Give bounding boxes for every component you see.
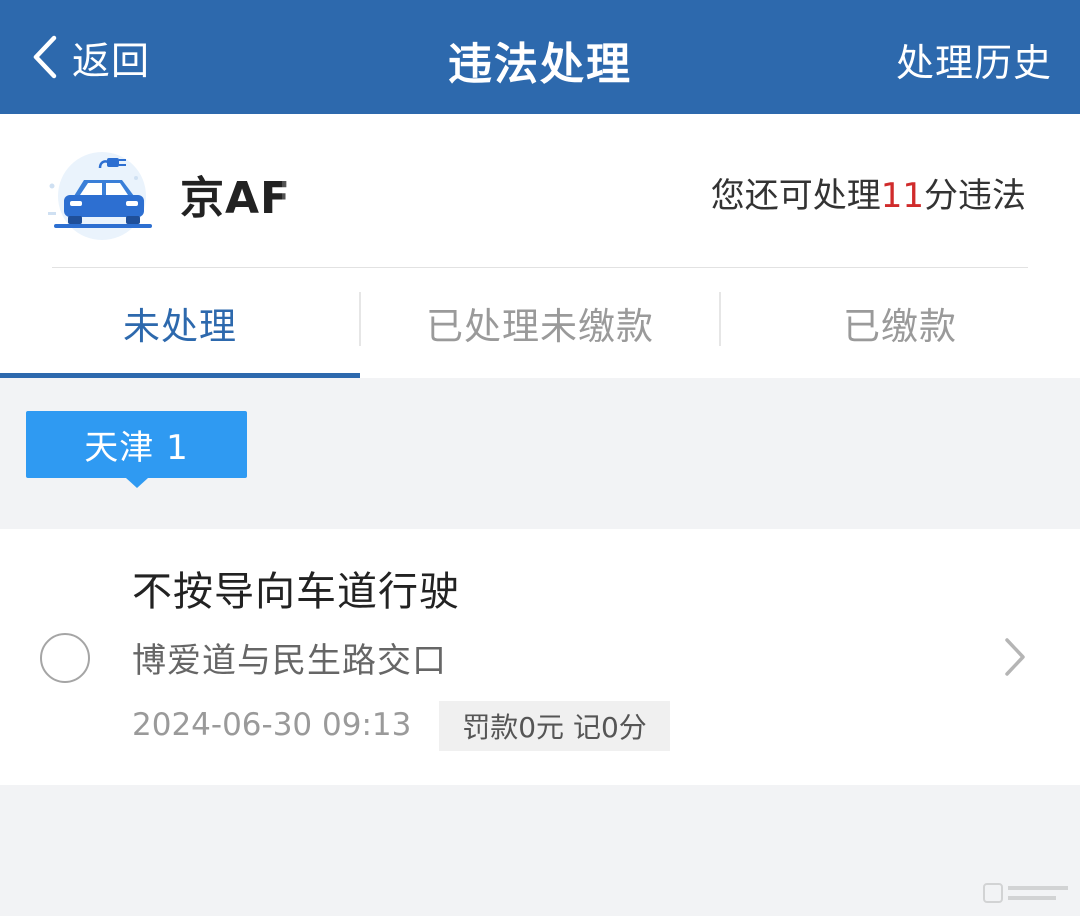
plate-number: 京AF <box>180 173 292 224</box>
vehicle-row: 京AF 您还可处理11分违法 <box>0 114 1080 268</box>
history-button[interactable]: 处理历史 <box>896 32 1052 87</box>
points-suffix: 分违法 <box>924 176 1026 216</box>
violation-time: 2024-06-30 09:13 <box>132 707 412 743</box>
violation-title: 不按导向车道行驶 <box>132 569 460 615</box>
vehicle-card: 京AF 您还可处理11分违法 未处理 已处理未缴款 已缴款 <box>0 114 1080 378</box>
tab-processed-unpaid[interactable]: 已处理未缴款 <box>360 268 720 378</box>
remaining-points: 您还可处理11分违法 <box>711 168 1026 217</box>
watermark-icon <box>983 883 1068 903</box>
status-tabs: 未处理 已处理未缴款 已缴款 <box>0 268 1080 378</box>
electric-car-icon <box>48 152 152 240</box>
tab-paid[interactable]: 已缴款 <box>720 268 1080 378</box>
penalty-badge: 罚款0元 记0分 <box>439 701 670 751</box>
points-value: 11 <box>880 176 924 216</box>
violation-processing-page: 返回 违法处理 处理历史 京AF 您还可处理11分违法 未处理 已处理未缴款 已… <box>0 0 1080 916</box>
select-radio[interactable] <box>40 633 90 683</box>
points-prefix: 您还可处理 <box>710 176 881 216</box>
badge-pointer <box>126 478 148 488</box>
plate-privacy-mask <box>282 154 482 234</box>
nav-header: 返回 违法处理 处理历史 <box>0 0 1080 114</box>
chevron-right-icon <box>1005 638 1025 676</box>
violation-item[interactable]: 不按导向车道行驶 博爱道与民生路交口 2024-06-30 09:13 罚款0元… <box>0 529 1080 785</box>
violation-location: 博爱道与民生路交口 <box>132 641 447 681</box>
active-tab-indicator <box>0 373 360 378</box>
region-badge[interactable]: 天津 1 <box>26 411 247 478</box>
tab-unprocessed[interactable]: 未处理 <box>0 268 360 378</box>
